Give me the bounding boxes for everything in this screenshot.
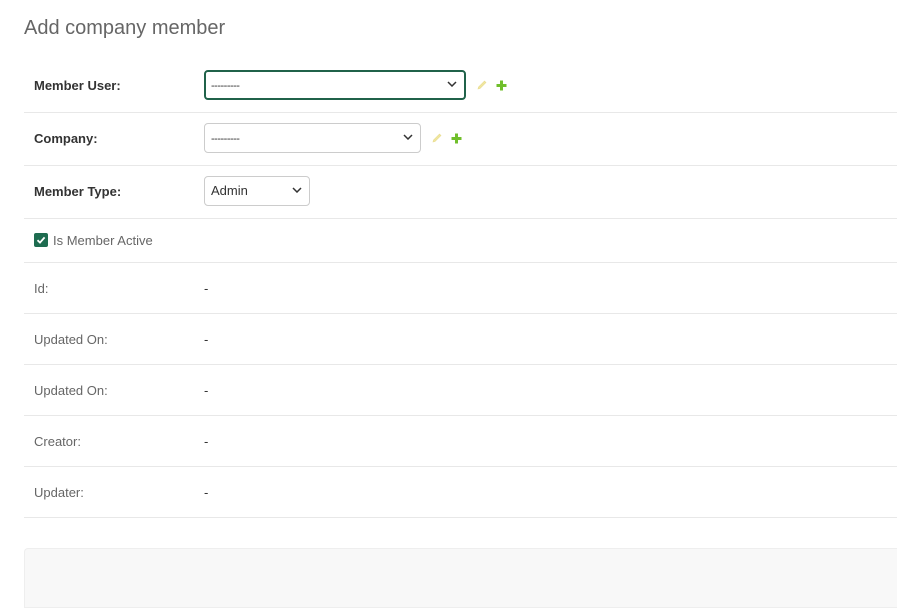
- member-user-select[interactable]: ---------: [204, 70, 466, 100]
- id-label: Id:: [34, 281, 49, 296]
- form-row-updated-on: Updated On: -: [24, 314, 897, 365]
- updated-on-label: Updated On:: [34, 332, 108, 347]
- id-value: -: [204, 281, 209, 296]
- pencil-icon[interactable]: [431, 132, 443, 144]
- updater-label: Updater:: [34, 485, 84, 500]
- plus-icon[interactable]: [451, 133, 462, 144]
- member-user-field: ---------: [204, 70, 507, 100]
- chevron-down-icon: [447, 81, 457, 87]
- member-type-select-value: Admin: [211, 183, 248, 198]
- submit-row: [24, 548, 897, 608]
- chevron-down-icon: [403, 134, 413, 140]
- form-row-creator: Creator: -: [24, 416, 897, 467]
- form-row-is-member-active: Is Member Active: [24, 219, 897, 263]
- form-row-member-type: Member Type: Admin: [24, 166, 897, 219]
- form-row-member-user: Member User: ---------: [24, 60, 897, 113]
- plus-icon[interactable]: [496, 80, 507, 91]
- member-type-field: Admin: [204, 176, 310, 206]
- member-user-label: Member User:: [34, 78, 121, 93]
- member-type-label: Member Type:: [34, 184, 122, 199]
- company-select[interactable]: ---------: [204, 123, 421, 153]
- creator-value: -: [204, 434, 209, 449]
- pencil-icon[interactable]: [476, 79, 488, 91]
- updated-on-value: -: [204, 383, 209, 398]
- chevron-down-icon: [292, 187, 302, 193]
- form-row-updater: Updater: -: [24, 467, 897, 518]
- company-label: Company:: [34, 131, 98, 146]
- company-related-links: [431, 123, 462, 153]
- page-title: Add company member: [24, 17, 226, 39]
- updated-on-value: -: [204, 332, 209, 347]
- updater-value: -: [204, 485, 209, 500]
- form-row-id: Id: -: [24, 263, 897, 314]
- is-member-active-checkbox[interactable]: [34, 233, 48, 247]
- company-member-form: Member User: --------- Company: --------…: [24, 60, 897, 518]
- company-select-value: ---------: [211, 133, 240, 145]
- updated-on-label: Updated On:: [34, 383, 108, 398]
- member-user-select-value: ---------: [211, 80, 240, 92]
- member-user-related-links: [476, 70, 507, 100]
- form-row-updated-on-2: Updated On: -: [24, 365, 897, 416]
- member-type-select[interactable]: Admin: [204, 176, 310, 206]
- checkmark-icon: [36, 236, 46, 244]
- is-member-active-label[interactable]: Is Member Active: [53, 233, 153, 249]
- company-field: ---------: [204, 123, 462, 153]
- form-row-company: Company: ---------: [24, 113, 897, 166]
- creator-label: Creator:: [34, 434, 81, 449]
